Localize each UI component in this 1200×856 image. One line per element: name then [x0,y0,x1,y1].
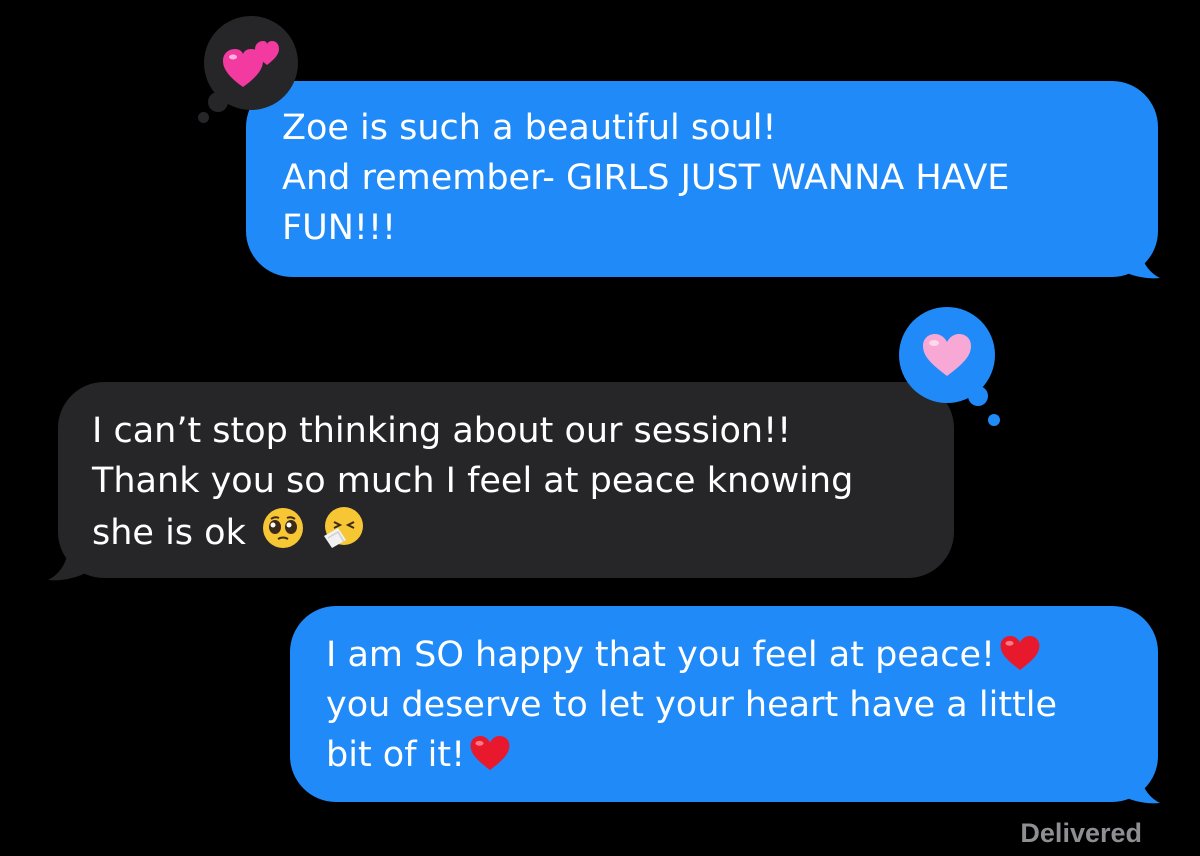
message-text-line: Zoe is such a beautiful soul! [282,108,777,148]
message-text-line: Thank you so much I feel at peace knowin… [92,461,854,501]
red-heart-icon [470,736,510,770]
bubble-tail [1120,775,1160,804]
bubble-tail [1120,250,1160,279]
outgoing-message-bubble[interactable]: I am SO happy that you feel at peace! yo… [290,606,1158,802]
delivery-status: Delivered [1020,818,1142,848]
sneezing-face-icon [324,507,364,548]
message-text-line: she is ok [92,506,954,558]
tapback-bubble-dot [208,92,228,112]
message-text-line: FUN!!! [282,208,397,248]
incoming-message-bubble[interactable]: I can’t stop thinking about our session!… [58,382,954,578]
message-text-line: I can’t stop thinking about our session!… [92,411,792,451]
message-text-line: you deserve to let your heart have a lit… [326,685,1058,725]
tapback-bubble-dot [988,414,1000,426]
message-text-line: I am SO happy that you feel at peace! [326,630,1158,680]
tapback-bubble-dot [968,386,988,406]
bubble-tail [48,552,88,581]
red-heart-icon [1000,636,1040,670]
tapback-bubble-dot [198,112,209,123]
message-text: bit of it! [326,735,466,775]
outgoing-message-bubble[interactable]: Zoe is such a beautiful soul! And rememb… [246,81,1158,277]
pink-heart-icon [923,334,971,376]
message-text: I am SO happy that you feel at peace! [326,635,996,675]
message-text-line: And remember- GIRLS JUST WANNA HAVE [282,158,1010,198]
pleading-face-icon [262,508,303,548]
message-text-line: bit of it! [326,730,1158,780]
two-hearts-icon [223,41,279,87]
message-text: she is ok [92,513,246,553]
